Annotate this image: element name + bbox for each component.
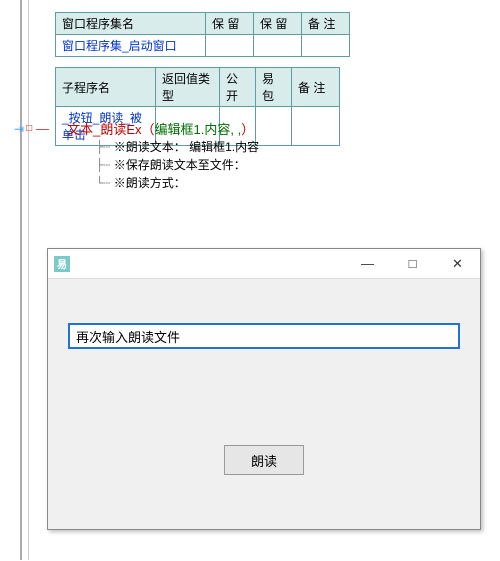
window-client-area: 朗读 (48, 279, 480, 529)
window-assembly-table: 窗口程序集名 保 留 保 留 备 注 窗口程序集_启动窗口 (55, 12, 350, 57)
table-row[interactable]: 窗口程序集_启动窗口 (56, 35, 350, 57)
close-button[interactable]: ✕ (435, 249, 480, 279)
col-remark: 备 注 (302, 13, 350, 35)
col-assembly-name: 窗口程序集名 (56, 13, 206, 35)
col-reserved2: 保 留 (254, 13, 302, 35)
app-icon: 易 (54, 256, 70, 272)
runtime-window: 易 — □ ✕ 朗读 (47, 248, 481, 530)
hint-line: ├┄ ※朗读文本： 编辑框1.内容 (96, 138, 259, 156)
breakpoint-gutter-icon[interactable]: ⇥ (14, 122, 24, 136)
read-aloud-button[interactable]: 朗读 (224, 445, 304, 475)
col-sub-name: 子程序名 (56, 68, 156, 107)
maximize-button[interactable]: □ (390, 249, 435, 279)
hint-line: ├┄ ※保存朗读文本至文件： (96, 156, 259, 174)
minimize-button[interactable]: — (345, 249, 390, 279)
hint-line: └┄ ※朗读方式： (96, 174, 259, 192)
code-statement-line[interactable]: ⇥ □ — 文本_朗读Ex （ 编辑框1.内容, , ） (14, 119, 254, 138)
col-public: 公开 (220, 68, 256, 107)
function-args: 编辑框1.内容, , (155, 119, 242, 138)
function-name: 文本_朗读Ex (67, 119, 141, 138)
parameter-hints: ├┄ ※朗读文本： 编辑框1.内容 ├┄ ※保存朗读文本至文件： └┄ ※朗读方… (96, 138, 259, 192)
col-reserved1: 保 留 (206, 13, 254, 35)
text-input[interactable] (68, 323, 460, 349)
statement-box-icon: □ (26, 123, 32, 134)
assembly-name-cell[interactable]: 窗口程序集_启动窗口 (56, 35, 206, 57)
col-return-type: 返回值类型 (156, 68, 220, 107)
col-remark2: 备 注 (292, 68, 340, 107)
titlebar[interactable]: 易 — □ ✕ (48, 249, 480, 279)
statement-dash: — (36, 121, 47, 136)
col-epackage: 易包 (256, 68, 292, 107)
